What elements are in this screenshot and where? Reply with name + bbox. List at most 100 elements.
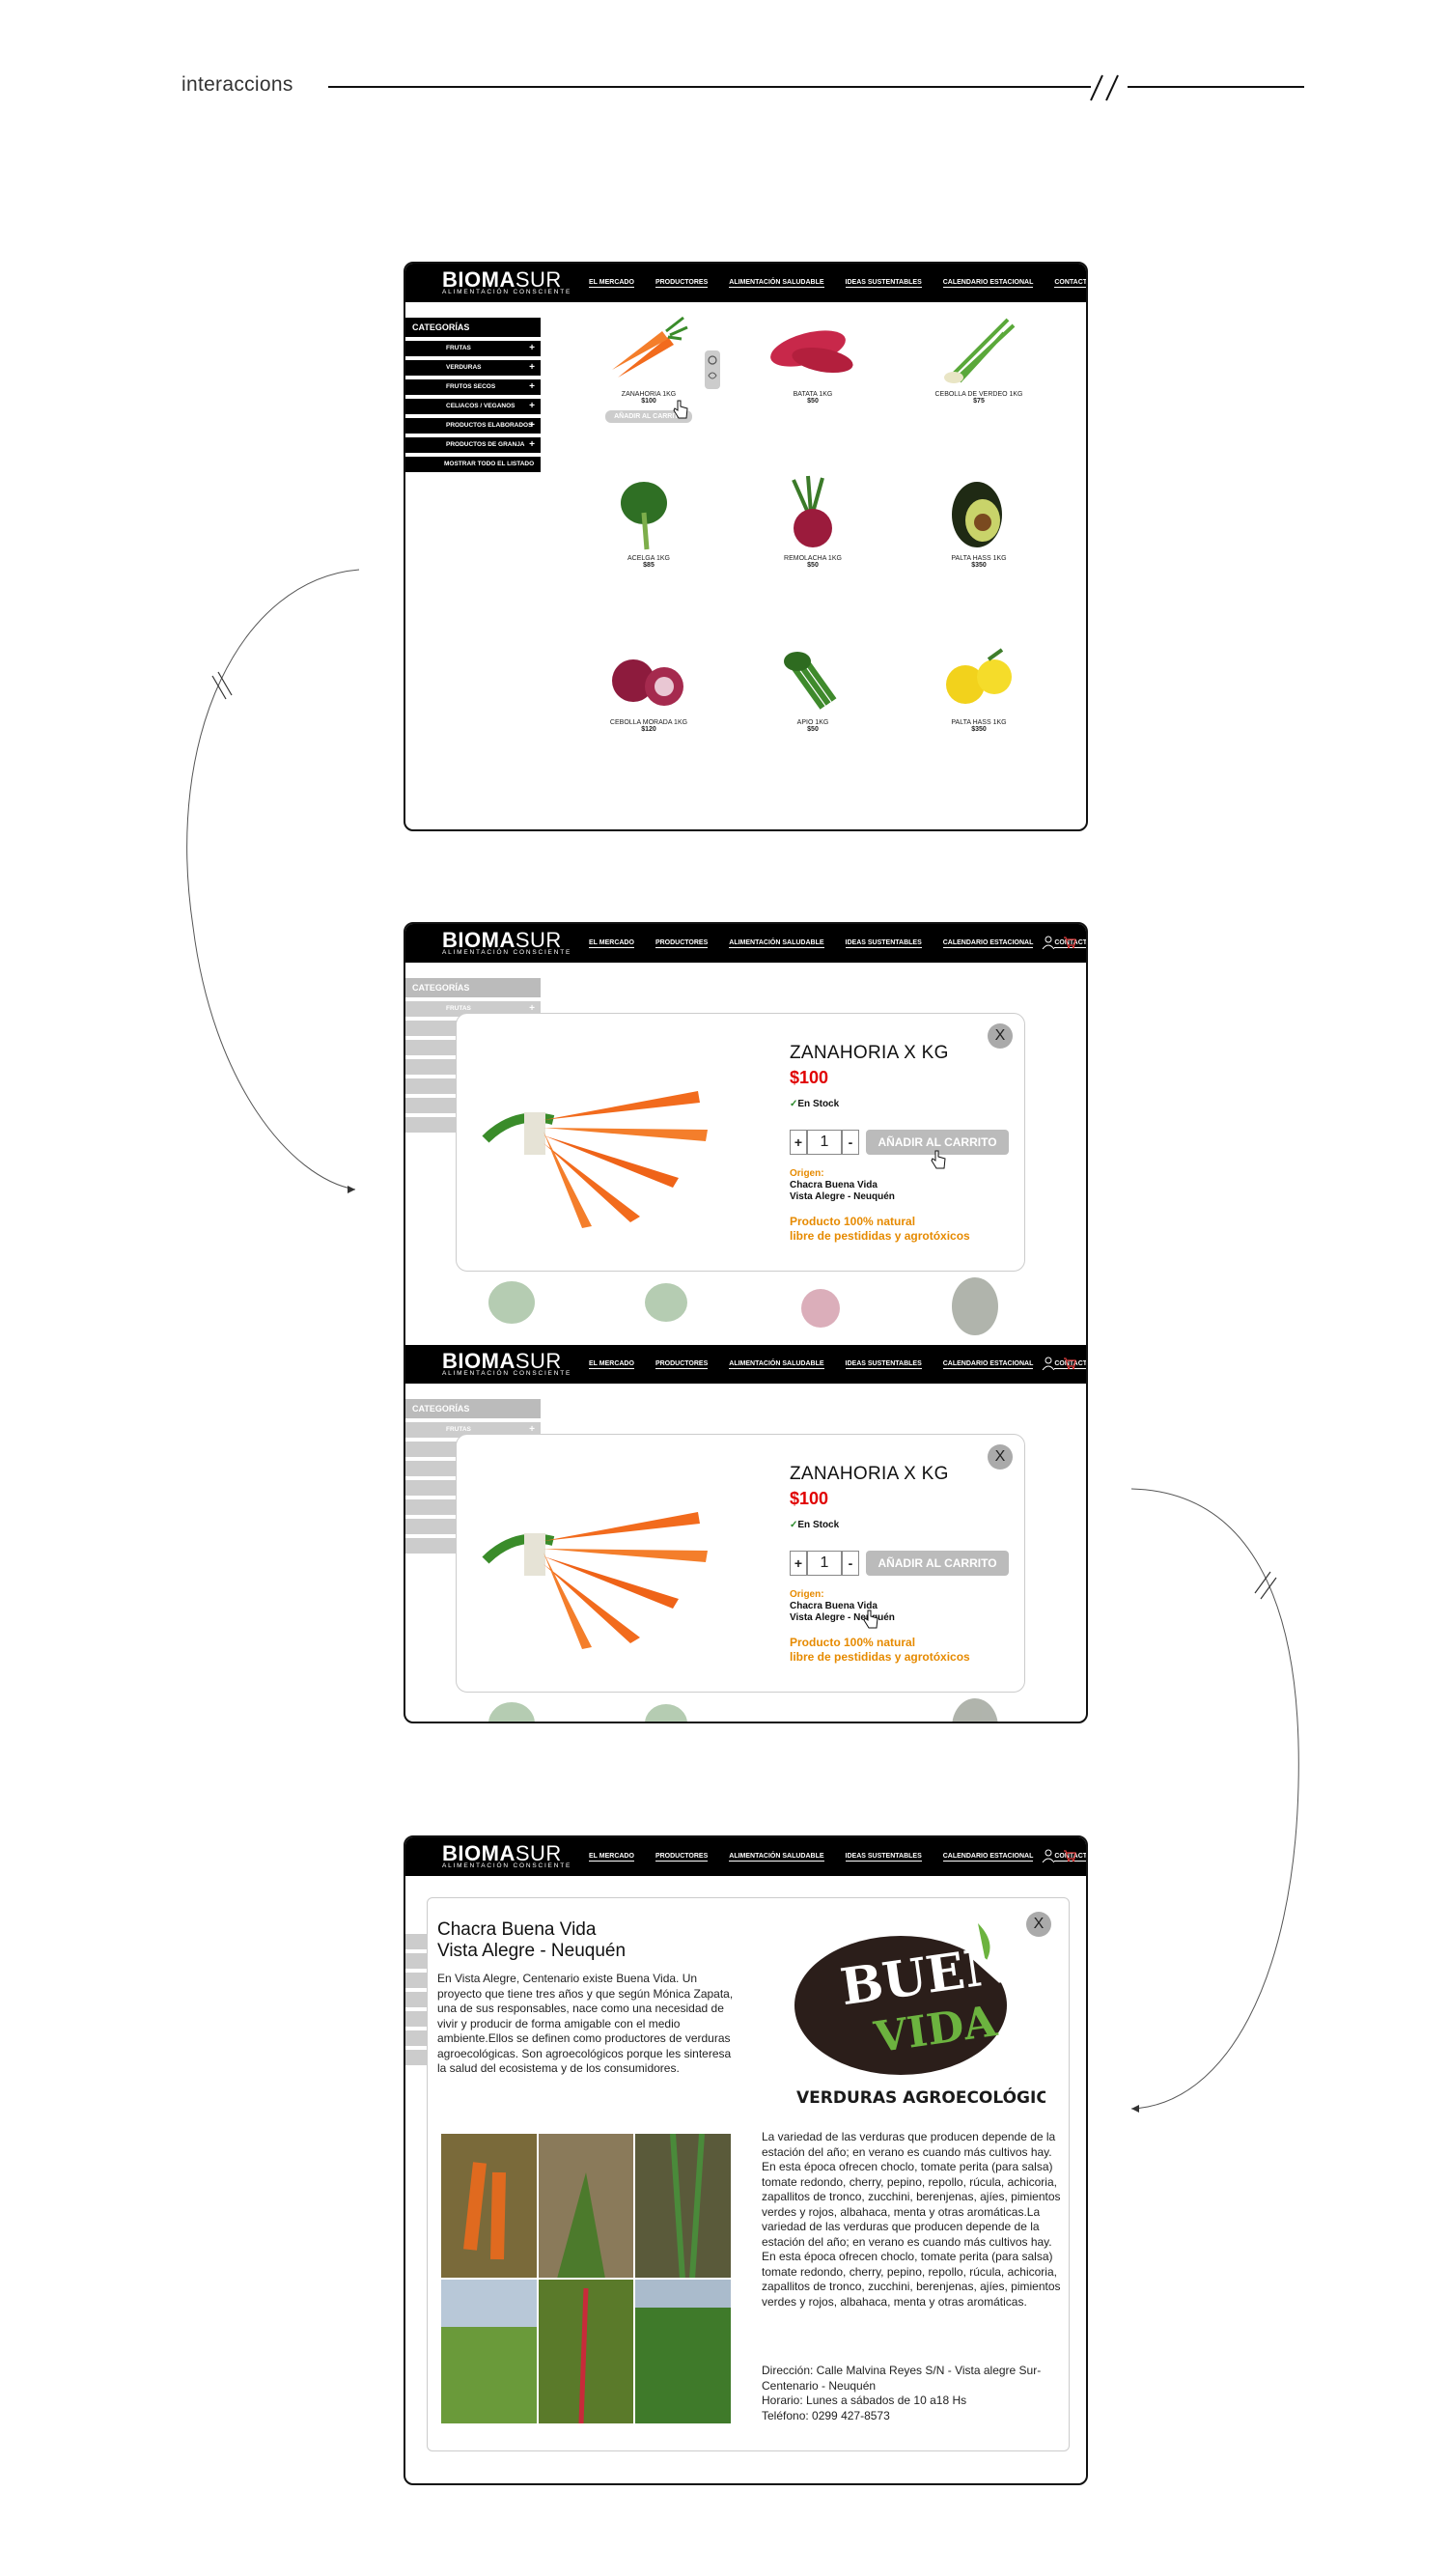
cart-icon[interactable] [1063,1357,1076,1370]
brand-logo[interactable]: BIOMASUR ALIMENTACIÓN CONSCIENTE [442,1841,571,1869]
natural-note: Producto 100% natural libre de pestididas… [790,1636,970,1664]
top-nav: BIOMASUR ALIMENTACIÓN CONSCIENTE EL MERC… [405,924,1086,963]
hand-cursor-icon [863,1610,878,1629]
nav-el-mercado[interactable]: EL MERCADO [589,1853,634,1862]
nav-productores[interactable]: PRODUCTORES [655,1360,709,1369]
brand-logo[interactable]: BIOMASUR ALIMENTACIÓN CONSCIENTE [442,267,571,295]
nav-alimentacion[interactable]: ALIMENTACIÓN SALUDABLE [729,1360,824,1369]
avocado-icon [952,482,1002,547]
nav-ideas[interactable]: IDEAS SUSTENTABLES [845,1360,922,1369]
category-celiacos[interactable]: CELIACOS / VEGANOS + [405,399,541,414]
chard-icon [621,482,667,550]
nav-calendario[interactable]: CALENDARIO ESTACIONAL [942,1360,1034,1369]
page-title: interaccions [181,73,293,96]
product-card[interactable]: BATATA 1KG $50 [755,310,871,405]
nav-calendario[interactable]: CALENDARIO ESTACIONAL [942,939,1034,948]
product-card[interactable]: ZANAHORIA 1KG $100 AÑADIR AL CARRITO [591,310,707,423]
nav-el-mercado[interactable]: EL MERCADO [589,939,634,948]
product-card[interactable]: PALTA HASS 1KG $350 [921,638,1037,733]
svg-text:VERDURAS AGROECOLÓGICAS: VERDURAS AGROECOLÓGICAS [796,2086,1045,2108]
product-card[interactable]: CEBOLLA MORADA 1KG $120 [591,638,707,733]
nav-productores[interactable]: PRODUCTORES [655,939,709,948]
producer-title: Chacra Buena Vida Vista Alegre - Neuquén [437,1919,627,1961]
farm-photo-collage [441,2134,731,2423]
quantity-stepper[interactable]: + 1 - [790,1130,859,1155]
nav-el-mercado[interactable]: EL MERCADO [589,279,634,288]
hand-cursor-icon [673,400,688,419]
carrots-image [482,1512,708,1649]
nav-ideas[interactable]: IDEAS SUSTENTABLES [845,279,922,288]
quick-actions [705,350,720,389]
qty-minus-button[interactable]: - [842,1130,859,1155]
product-name: ZANAHORIA X KG [790,1464,949,1484]
category-granja[interactable]: PRODUCTOS DE GRANJA + [405,437,541,453]
spring-onion-icon [944,318,1016,383]
category-mostrar-todo[interactable]: MOSTRAR TODO EL LISTADO [405,457,541,472]
category-verduras[interactable]: VERDURAS + [405,360,541,376]
product-card[interactable]: REMOLACHA 1KG $50 [755,474,871,569]
carrot-icon [612,316,688,378]
product-modal: X ZANAHORIA X KG $100 ✓En Stock + 1 - AÑ… [456,1434,1025,1693]
producer-description: La variedad de las verduras que producen… [762,2130,1061,2309]
producer-hours: Horario: Lunes a sábados de 10 a18 Hs [762,2394,967,2407]
user-icon[interactable] [1042,1849,1055,1862]
top-nav: BIOMASUR ALIMENTACIÓN CONSCIENTE EL MERC… [405,1345,1086,1384]
product-card[interactable]: CEBOLLA DE VERDEO 1KG $75 [921,310,1037,405]
nav-ideas[interactable]: IDEAS SUSTENTABLES [845,939,922,948]
beetroot-icon [792,475,832,547]
add-to-cart-button[interactable]: AÑADIR AL CARRITO [866,1551,1009,1576]
nav-calendario[interactable]: CALENDARIO ESTACIONAL [942,279,1034,288]
producer-phone: Teléfono: 0299 427-8573 [762,2408,890,2422]
qty-value[interactable]: 1 [807,1130,842,1155]
product-card[interactable]: APIO 1KG $50 [755,638,871,733]
product-card[interactable]: PALTA HASS 1KG $350 [921,474,1037,569]
nav-alimentacion[interactable]: ALIMENTACIÓN SALUDABLE [729,939,824,948]
qty-value[interactable]: 1 [807,1551,842,1576]
search-icon [708,355,717,365]
celery-icon [784,652,837,710]
nav-el-mercado[interactable]: EL MERCADO [589,1360,634,1369]
close-button[interactable]: X [988,1444,1013,1470]
categories-sidebar: CATEGORÍAS FRUTAS + VERDURAS + FRUTOS SECO… [405,318,541,472]
nav-contacto[interactable]: CONTACTO [1054,279,1086,288]
screen-product-grid: BIOMASUR ALIMENTACIÓN CONSCIENTE EL MERC… [404,262,1088,831]
product-card[interactable]: ACELGA 1KG $85 [591,474,707,569]
categories-title: CATEGORÍAS [405,318,541,337]
faded-products [473,1274,1033,1341]
origin-label: Origen: [790,1589,824,1600]
yellow-fruit-icon [946,648,1012,704]
nav-alimentacion[interactable]: ALIMENTACIÓN SALUDABLE [729,279,824,288]
cart-icon[interactable] [1063,1849,1076,1862]
top-nav: BIOMASUR ALIMENTACIÓN CONSCIENTE EL MERC… [405,264,1086,302]
product-name: ZANAHORIA X KG [790,1043,949,1063]
producer-intro: En Vista Alegre, Centenario existe Buena… [437,1972,734,2075]
user-icon[interactable] [1042,1357,1055,1370]
qty-minus-button[interactable]: - [842,1551,859,1576]
origin-producer-link[interactable]: Chacra Buena Vida Vista Alegre - Neuquén [790,1180,895,1203]
nav-ideas[interactable]: IDEAS SUSTENTABLES [845,1853,922,1862]
category-frutos-secos[interactable]: FRUTOS SECOS + [405,379,541,395]
nav-productores[interactable]: PRODUCTORES [655,279,709,288]
quantity-stepper[interactable]: + 1 - [790,1551,859,1576]
brand-logo[interactable]: BIOMASUR ALIMENTACIÓN CONSCIENTE [442,928,571,956]
category-frutas[interactable]: FRUTAS + [405,341,541,356]
category-elaborados[interactable]: PRODUCTOS ELABORADOS + [405,418,541,434]
buena-vida-logo: BUENA VIDA VERDURAS AGROECOLÓGICAS [794,1923,1045,2108]
brand-logo[interactable]: BIOMASUR ALIMENTACIÓN CONSCIENTE [442,1349,571,1377]
nav-alimentacion[interactable]: ALIMENTACIÓN SALUDABLE [729,1853,824,1862]
stock-status: ✓En Stock [790,1099,840,1109]
qty-plus-button[interactable]: + [790,1130,807,1155]
screen-producer-modal: BIOMASUR ALIMENTACIÓN CONSCIENTE EL MERC… [404,1835,1088,2485]
break-mark-icon [1090,74,1119,101]
qty-plus-button[interactable]: + [790,1551,807,1576]
producer-modal: X Chacra Buena Vida Vista Alegre - Neuqué… [427,1897,1070,2451]
product-modal: X ZANAHORIA X KG $100 ✓En Stock + 1 - AÑ… [456,1013,1025,1272]
nav-calendario[interactable]: CALENDARIO ESTACIONAL [942,1853,1034,1862]
user-icon[interactable] [1042,936,1055,949]
sweet-potato-icon [770,330,853,374]
nav-productores[interactable]: PRODUCTORES [655,1853,709,1862]
cart-icon[interactable] [1063,936,1076,949]
title-divider-end [1128,86,1304,88]
close-button[interactable]: X [988,1023,1013,1049]
natural-note: Producto 100% natural libre de pestididas… [790,1215,970,1243]
